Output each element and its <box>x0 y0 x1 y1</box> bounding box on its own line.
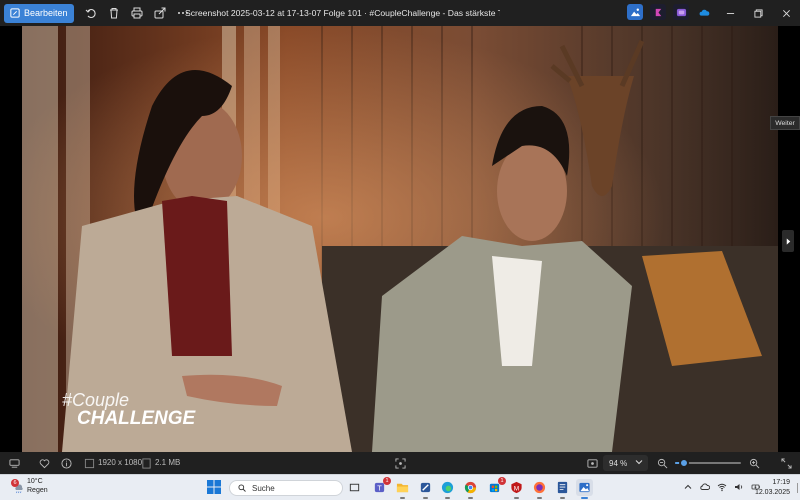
show-desktop-button[interactable] <box>797 483 798 493</box>
image-viewer[interactable]: #Couple CHALLENGE Weiter <box>0 26 800 452</box>
system-tray <box>683 482 761 492</box>
clock-date: 12.03.2025 <box>754 489 790 496</box>
taskbar: 6 10°C Regen Suche T 1 1 M 17:19 12.03.2… <box>0 474 800 500</box>
heart-icon <box>39 458 49 468</box>
taskbar-clock[interactable]: 17:19 12.03.2025 <box>755 478 790 498</box>
actual-size-button[interactable] <box>584 455 600 471</box>
firefox-icon[interactable] <box>531 479 548 499</box>
taskbar-search[interactable]: Suche <box>229 480 343 496</box>
tv-still-image: #Couple CHALLENGE <box>22 26 778 452</box>
zoom-value: 94 % <box>609 458 628 468</box>
chrome-icon[interactable] <box>462 479 479 499</box>
logo-bottom: CHALLENGE <box>77 408 197 429</box>
weather-temp: 10°C <box>27 478 43 485</box>
minimize-icon <box>726 12 734 14</box>
fullscreen-button[interactable] <box>778 455 794 471</box>
window-title: Screenshot 2025-03-12 at 17-13-07 Folge … <box>185 8 500 18</box>
edit-button[interactable]: Bearbeiten <box>4 3 74 23</box>
photos-app-icon[interactable] <box>627 4 643 20</box>
title-bar: Bearbeiten Screenshot 2025-03-12 at 17-1… <box>0 0 800 26</box>
network-cloud-icon[interactable] <box>700 482 710 492</box>
zoom-select[interactable]: 94 % <box>603 455 648 471</box>
chevron-right-icon <box>786 237 790 245</box>
close-button[interactable] <box>772 0 800 26</box>
clock-time: 17:19 <box>772 479 790 486</box>
logo-top: #Couple <box>62 390 129 410</box>
search-icon <box>238 484 246 492</box>
fit-to-window-button[interactable] <box>392 455 408 471</box>
svg-text:T: T <box>377 483 382 492</box>
file-explorer-icon[interactable] <box>394 479 411 499</box>
favorite-button[interactable] <box>36 455 52 471</box>
share-icon <box>154 7 166 19</box>
zoom-in-icon <box>749 458 759 468</box>
search-placeholder: Suche <box>252 483 275 493</box>
info-bar: 1920 x 1080 2.1 MB 94 % <box>0 452 800 474</box>
onedrive-icon[interactable] <box>696 4 712 20</box>
weather-badge: 6 <box>11 479 19 487</box>
delete-button[interactable] <box>103 2 125 24</box>
share-button[interactable] <box>149 2 171 24</box>
resolution-icon <box>81 455 97 471</box>
file-info-button[interactable] <box>58 455 74 471</box>
clipchamp-icon[interactable] <box>650 4 666 20</box>
edit-button-label: Bearbeiten <box>24 8 68 18</box>
file-size-icon <box>138 455 154 471</box>
print-icon <box>131 7 143 19</box>
image-resolution: 1920 x 1080 <box>98 458 143 467</box>
zoom-slider[interactable] <box>675 458 741 468</box>
svg-text:M: M <box>514 485 519 492</box>
maximize-icon <box>753 8 763 18</box>
photos-icon[interactable] <box>576 479 593 499</box>
start-button[interactable] <box>207 480 221 494</box>
notepad-app-icon[interactable] <box>417 479 434 499</box>
wifi-icon[interactable] <box>717 482 727 492</box>
next-image-button[interactable] <box>782 230 794 252</box>
edge-icon[interactable] <box>439 479 456 499</box>
fit-icon <box>394 457 406 469</box>
volume-icon[interactable] <box>734 482 744 492</box>
close-icon <box>782 9 790 17</box>
weather-widget[interactable]: 6 10°C Regen <box>11 477 48 495</box>
weather-condition: Regen <box>27 487 48 494</box>
filmstrip-icon <box>8 458 20 468</box>
rotate-icon <box>85 8 96 19</box>
designer-icon[interactable] <box>673 4 689 20</box>
zoom-in-button[interactable] <box>746 455 762 471</box>
windows-logo-icon <box>207 480 221 494</box>
next-tooltip: Weiter <box>770 116 800 130</box>
info-icon <box>60 457 72 469</box>
zoom-out-icon <box>657 458 667 468</box>
print-button[interactable] <box>126 2 148 24</box>
delete-icon <box>109 8 118 19</box>
zoom-slider-knob[interactable] <box>679 458 690 468</box>
minimize-button[interactable] <box>716 0 744 26</box>
chevron-up-icon[interactable] <box>683 482 693 492</box>
photo-canvas: #Couple CHALLENGE <box>22 26 778 452</box>
zoom-out-button[interactable] <box>654 455 670 471</box>
fullscreen-icon <box>780 457 792 469</box>
teams-icon[interactable]: T 1 <box>371 477 391 496</box>
maximize-button[interactable] <box>744 0 772 26</box>
word-doc-icon[interactable] <box>554 479 571 499</box>
edit-icon <box>10 8 20 18</box>
store-icon[interactable]: 1 <box>486 477 506 496</box>
task-view-icon[interactable] <box>346 479 363 496</box>
chevron-down-icon <box>635 460 643 465</box>
file-size: 2.1 MB <box>155 458 181 467</box>
mcafee-icon[interactable]: M <box>508 479 525 499</box>
filmstrip-button[interactable] <box>6 455 22 471</box>
rotate-button[interactable] <box>80 2 102 24</box>
actual-size-icon <box>586 458 598 468</box>
